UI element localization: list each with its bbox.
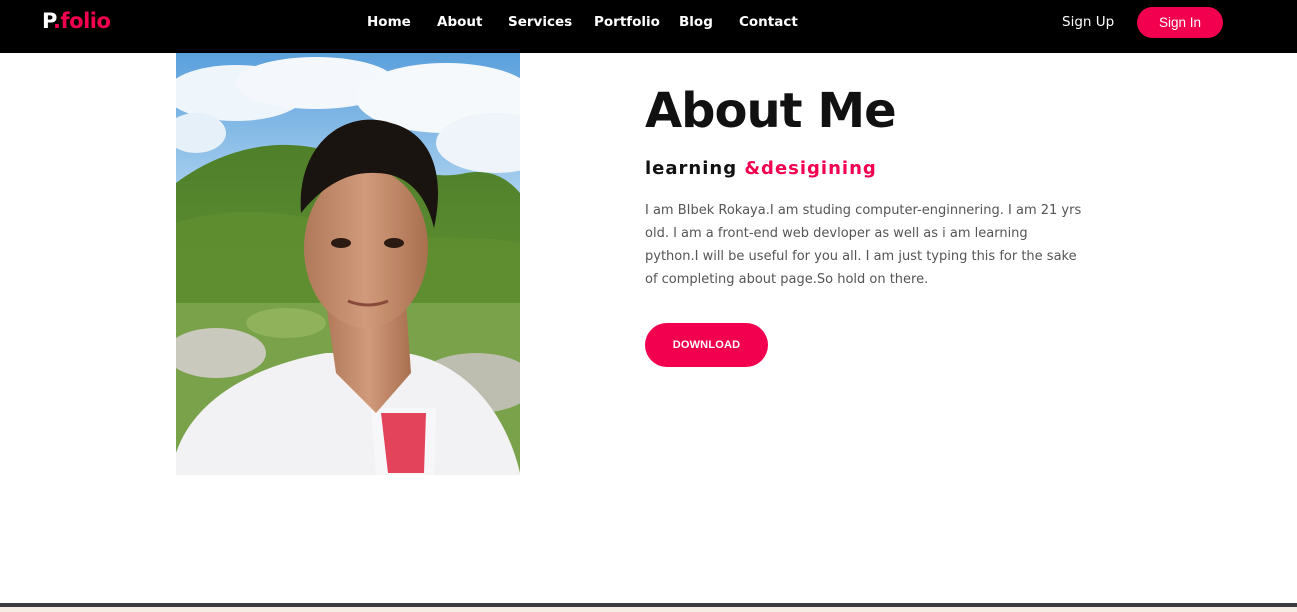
subtitle-accent: &desigining — [744, 158, 877, 179]
download-button[interactable]: DOWNLOAD — [645, 323, 768, 367]
sign-up-link[interactable]: Sign Up — [1062, 14, 1114, 30]
nav-link-portfolio[interactable]: Portfolio — [594, 14, 660, 30]
nav-link-contact[interactable]: Contact — [739, 14, 798, 30]
sign-in-button[interactable]: Sign In — [1137, 7, 1223, 38]
subtitle-plain: learning — [645, 158, 745, 179]
profile-photo — [176, 53, 520, 475]
nav-link-about[interactable]: About — [437, 14, 482, 30]
nav-link-services[interactable]: Services — [508, 14, 572, 30]
about-subtitle: learning &desigining — [645, 158, 877, 179]
bottom-divider — [0, 603, 1297, 612]
bottom-section-edge — [0, 607, 1297, 612]
nav-link-blog[interactable]: Blog — [679, 14, 713, 30]
about-title: About Me — [645, 83, 897, 139]
nav-link-home[interactable]: Home — [367, 14, 411, 30]
about-bio: I am BIbek Rokaya.I am studing computer-… — [645, 203, 1082, 287]
navbar: P.folio Home About Services Portfolio Bl… — [0, 0, 1297, 53]
